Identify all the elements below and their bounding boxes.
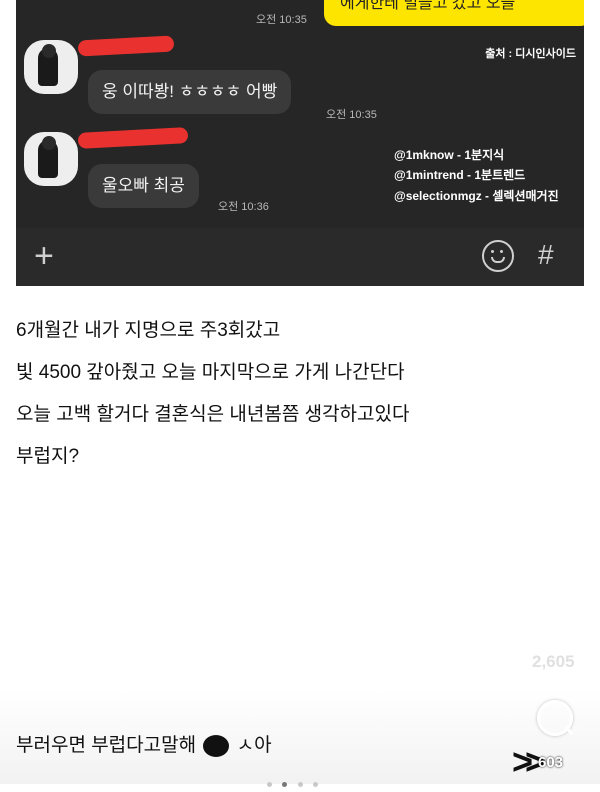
emoji-icon [482, 240, 514, 272]
watermark-line: @1mintrend - 1분트렌드 [394, 168, 526, 182]
redacted-name [77, 35, 175, 57]
page-dot [313, 782, 319, 787]
search-icon[interactable] [537, 700, 573, 736]
comment-text: 부러우면 부럽다고말해 ㅅ아 [16, 730, 272, 757]
post-line: 6개월간 내가 지명으로 주3회갔고 [16, 320, 281, 341]
page-indicator [264, 774, 321, 792]
post-body: 6개월간 내가 지명으로 주3회갔고 빛 4500 갚아줬고 오늘 마지막으로 … [16, 310, 576, 478]
post-line: 빛 4500 갚아줬고 오늘 마지막으로 가게 나간단다 [16, 362, 405, 383]
next-arrows-icon[interactable]: >> [512, 742, 546, 782]
source-label: 출처 : 디시인사이드 [485, 48, 576, 60]
hash-icon: # [538, 239, 554, 270]
received-message-bubble: 울오빠 최공 [88, 164, 199, 208]
redacted-name [77, 127, 189, 149]
page-dot-active [282, 782, 288, 787]
received-message-time: 오전 10:36 [218, 201, 269, 213]
chat-screenshot: 에게한테 빌들고 갔고 오늘 오전 10:35 출처 : 디시인사이드 웅 이따… [16, 0, 584, 286]
avatar [24, 132, 78, 186]
page-dot [267, 782, 272, 787]
comment-text-after: ㅅ아 [236, 735, 272, 756]
sent-message-bubble: 에게한테 빌들고 갔고 오늘 [324, 0, 584, 26]
sent-message-time: 오전 10:35 [256, 14, 307, 26]
page-dot [297, 782, 303, 787]
censor-blot [203, 734, 230, 757]
watermark-line: @selectionmgz - 셀렉션매거진 [394, 189, 559, 203]
watermark-line: @1mknow - 1분지식 [394, 148, 505, 162]
post-line: 부럽지? [16, 446, 80, 467]
chat-input-bar: + # [16, 228, 584, 286]
comment-text-before: 부러우면 부럽다고말해 [16, 735, 197, 756]
faint-view-count: 2,605 [532, 652, 575, 671]
received-message-bubble: 웅 이따봥! ㅎㅎㅎㅎ 어빵 [88, 70, 292, 114]
avatar [24, 40, 78, 94]
comment-count: 603 [538, 754, 564, 771]
received-message-time: 오전 10:35 [326, 109, 377, 121]
post-line: 오늘 고백 할거다 결혼식은 내년봄쯤 생각하고있다 [16, 404, 410, 425]
plus-icon: + [34, 237, 54, 275]
